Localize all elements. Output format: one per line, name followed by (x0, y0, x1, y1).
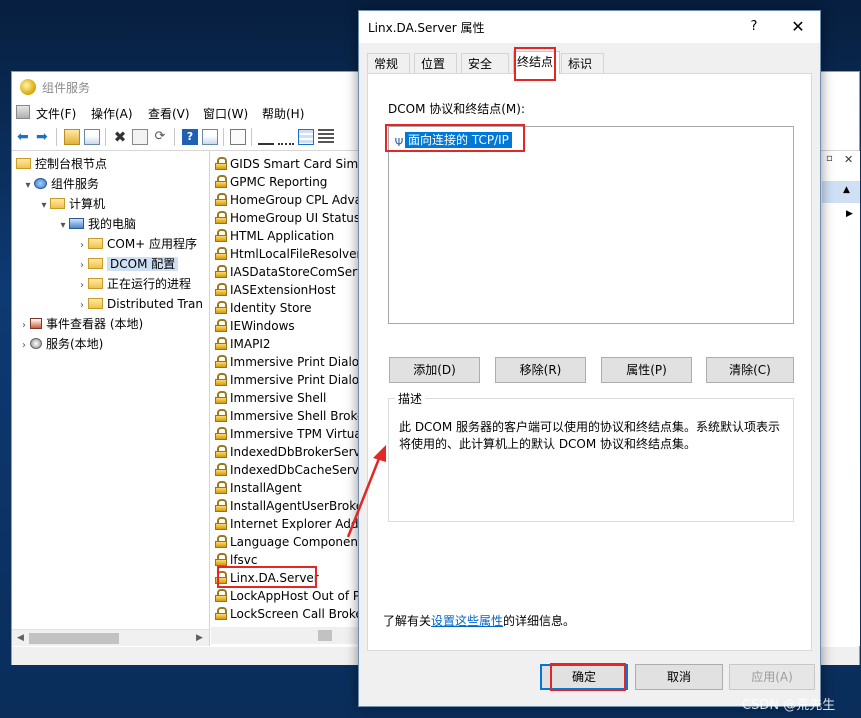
watermark: CSDN @荒先生 (742, 698, 836, 713)
annotation-arrow (346, 445, 386, 538)
